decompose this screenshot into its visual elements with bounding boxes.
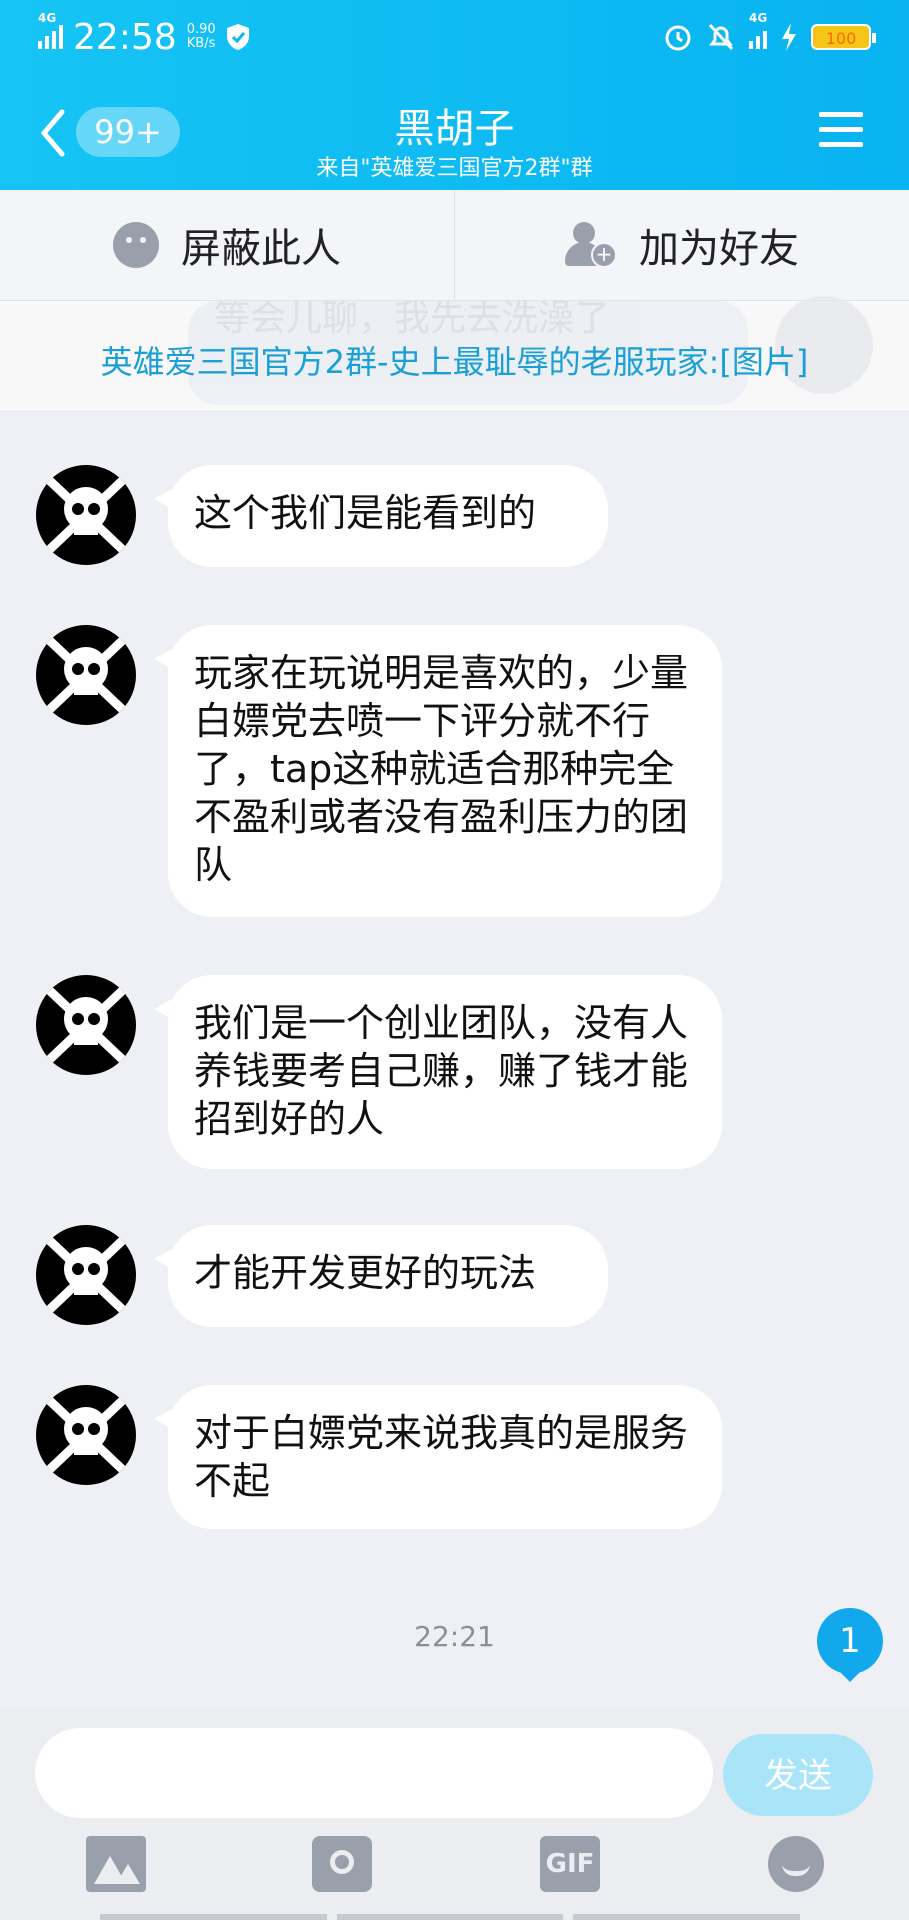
avatar[interactable]: [36, 1385, 136, 1485]
chat-header: 4G 22:58 0.90 KB/s 4G 100 99+ 黑胡子 来自"英雄爱…: [0, 0, 909, 190]
menu-icon-line: [819, 127, 863, 132]
skull-avatar-icon: [43, 1394, 129, 1476]
network-type: 4G: [38, 11, 57, 25]
alarm-icon: [665, 25, 691, 51]
status-time: 22:58: [73, 16, 177, 58]
signal-icon-right: 4G: [749, 11, 767, 49]
charging-icon: [782, 23, 796, 51]
toolbar: GIF: [0, 1836, 909, 1896]
menu-button[interactable]: [819, 112, 863, 148]
add-friend-label: 加为好友: [639, 226, 799, 272]
message-bubble[interactable]: 对于白嫖党来说我真的是服务不起: [154, 1385, 722, 1529]
add-friend-button[interactable]: + 加为好友: [454, 190, 909, 300]
avatar[interactable]: [36, 975, 136, 1075]
signal-icon: 4G: [38, 11, 63, 49]
skull-avatar-icon: [43, 984, 129, 1066]
speed-value: 0.90: [186, 22, 216, 37]
notice-text: 英雄爱三国官方2群-史上最耻辱的老服玩家:[图片]: [100, 343, 809, 381]
input-bar: 发送 GIF: [0, 1708, 909, 1920]
message-bubble[interactable]: 我们是一个创业团队，没有人养钱要考自己赚，赚了钱才能招到好的人: [154, 975, 722, 1169]
group-message-notice[interactable]: 等会儿聊，我先去洗澡了 英雄爱三国官方2群-史上最耻辱的老服玩家:[图片]: [0, 296, 909, 412]
block-user-button[interactable]: 屏蔽此人: [0, 190, 454, 300]
network-type-right: 4G: [749, 11, 768, 25]
message-bubble[interactable]: 玩家在玩说明是喜欢的，少量白嫖党去喷一下评分就不行了，tap这种就适合那种完全不…: [154, 625, 722, 917]
menu-icon-line: [819, 112, 863, 117]
camera-icon[interactable]: [312, 1836, 372, 1892]
emoji-icon[interactable]: [768, 1836, 824, 1892]
avatar[interactable]: [36, 1225, 136, 1325]
message-input[interactable]: [35, 1728, 713, 1818]
skull-avatar-icon: [43, 1234, 129, 1316]
message-bubble[interactable]: 才能开发更好的玩法: [154, 1225, 608, 1327]
avatar[interactable]: [36, 465, 136, 565]
message-bubble[interactable]: 这个我们是能看到的: [154, 465, 608, 567]
status-left: 4G 22:58 0.90 KB/s: [38, 11, 250, 62]
nav-bar: 99+ 黑胡子 来自"英雄爱三国官方2群"群: [0, 80, 909, 190]
status-bar: 4G 22:58 0.90 KB/s 4G 100: [0, 11, 909, 62]
page-subtitle: 来自"英雄爱三国官方2群"群: [316, 156, 593, 181]
speed-unit: KB/s: [186, 36, 216, 51]
new-message-count-badge[interactable]: 1: [817, 1608, 883, 1682]
battery-icon: 100: [811, 24, 876, 50]
gif-button[interactable]: GIF: [540, 1836, 600, 1892]
status-right: 4G 100: [663, 11, 876, 62]
avatar[interactable]: [36, 625, 136, 725]
action-bar: 屏蔽此人 + 加为好友: [0, 190, 909, 301]
send-button[interactable]: 发送: [723, 1734, 873, 1816]
image-icon[interactable]: [86, 1836, 146, 1892]
block-icon: [113, 222, 159, 268]
page-title: 黑胡子: [394, 106, 515, 152]
panel-indicator: [100, 1914, 801, 1920]
menu-icon-line: [819, 142, 863, 147]
skull-avatar-icon: [43, 474, 129, 556]
block-user-label: 屏蔽此人: [181, 226, 341, 272]
message-timestamp: 22:21: [414, 1620, 495, 1653]
network-speed: 0.90 KB/s: [187, 23, 216, 51]
mute-bell-icon: [708, 23, 734, 51]
skull-avatar-icon: [43, 634, 129, 716]
shield-icon: [226, 24, 249, 50]
add-person-icon: +: [565, 222, 617, 268]
